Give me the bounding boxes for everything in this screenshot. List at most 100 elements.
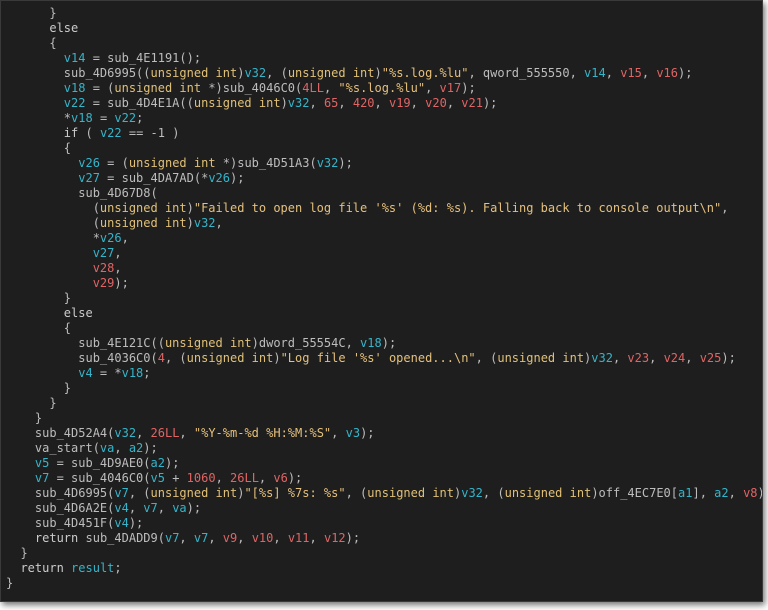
code-token: unsigned int xyxy=(367,486,454,500)
code-token: unsigned int xyxy=(193,96,281,110)
code-line[interactable]: *v18 = v22; xyxy=(6,111,762,126)
code-token: va xyxy=(99,441,115,455)
code-line[interactable]: v5 = sub_4D9AE0(a2); xyxy=(6,456,762,471)
code-token: )off_4EC7E0[ xyxy=(591,486,679,500)
code-token: v9 xyxy=(222,531,238,545)
code-token: sub_4DADD9( xyxy=(78,531,165,545)
code-token: sub_4E121C(( xyxy=(6,336,165,350)
code-line[interactable]: { xyxy=(6,36,762,51)
code-token: } xyxy=(6,396,57,410)
code-line[interactable]: sub_4D451F(v4); xyxy=(6,516,762,531)
code-line[interactable]: } xyxy=(6,546,762,561)
code-line[interactable]: sub_4D52A4(v32, 26LL, "%Y-%m-%d %H:%M:%S… xyxy=(6,426,762,441)
code-line[interactable]: } xyxy=(6,381,762,396)
code-line[interactable]: (unsigned int)"Failed to open log file '… xyxy=(6,201,762,216)
code-line[interactable]: *v26, xyxy=(6,231,762,246)
code-token: sub_4036C0( xyxy=(6,351,158,365)
code-token: 65 xyxy=(323,96,339,110)
code-token: , xyxy=(215,216,223,230)
code-token: v28 xyxy=(92,261,115,275)
code-token: v24 xyxy=(663,351,686,365)
code-token: = ( xyxy=(99,156,129,170)
code-line[interactable]: sub_4D67D8( xyxy=(6,186,762,201)
code-token: v16 xyxy=(656,66,679,80)
code-token: = sub_4D9AE0( xyxy=(49,456,151,470)
pseudocode-view[interactable]: } else { v14 = sub_4E1191(); sub_4D6995(… xyxy=(6,6,762,601)
code-line[interactable]: va_start(va, a2); xyxy=(6,441,762,456)
code-line[interactable]: v28, xyxy=(6,261,762,276)
code-token: v4 xyxy=(78,366,93,380)
code-token: ( xyxy=(6,216,100,230)
code-token: *)sub_4D51A3( xyxy=(215,156,317,170)
code-line[interactable]: sub_4D6995((unsigned int)v32, (unsigned … xyxy=(6,66,762,81)
code-token: 420 xyxy=(352,96,375,110)
code-line[interactable]: { xyxy=(6,141,762,156)
code-line[interactable]: sub_4E121C((unsigned int)dword_55554C, v… xyxy=(6,336,762,351)
code-line[interactable]: v29); xyxy=(6,276,762,291)
code-line[interactable]: v22 = sub_4D4E1A((unsigned int)v32, 65, … xyxy=(6,96,762,111)
code-token: ); xyxy=(360,426,375,440)
code-line[interactable]: else xyxy=(6,21,762,36)
code-token: v18 xyxy=(121,366,144,380)
code-line[interactable]: sub_4D6995(v7, (unsigned int)"[%s] %7s: … xyxy=(6,486,762,501)
code-line[interactable]: } xyxy=(6,6,762,21)
code-line[interactable]: return result; xyxy=(6,561,762,576)
code-token: = xyxy=(92,111,115,125)
code-token: , xyxy=(309,96,324,110)
code-line[interactable]: v14 = sub_4E1191(); xyxy=(6,51,762,66)
code-line[interactable]: sub_4036C0(4, (unsigned int)"Log file '%… xyxy=(6,351,762,366)
code-token: ) xyxy=(186,201,194,215)
code-token: ) xyxy=(374,66,382,80)
code-token: a1 xyxy=(678,486,693,500)
code-token: = * xyxy=(92,366,122,380)
code-line[interactable]: (unsigned int)v32, xyxy=(6,216,762,231)
code-token: , ( xyxy=(345,486,368,500)
code-token: = ( xyxy=(85,81,115,95)
code-line[interactable]: return sub_4DADD9(v7, v7, v9, v10, v11, … xyxy=(6,531,762,546)
code-token: , xyxy=(121,231,129,245)
code-token: unsigned int xyxy=(186,351,274,365)
code-line[interactable]: v26 = (unsigned int *)sub_4D51A3(v32); xyxy=(6,156,762,171)
code-line[interactable]: } xyxy=(6,411,762,426)
code-token: { xyxy=(6,36,57,50)
code-token: v32 xyxy=(461,486,483,500)
code-line[interactable]: v4 = *v18; xyxy=(6,366,762,381)
code-token: v6 xyxy=(273,471,288,485)
code-line[interactable]: else xyxy=(6,306,762,321)
code-line[interactable]: sub_4D6A2E(v4, v7, va); xyxy=(6,501,762,516)
code-token: else xyxy=(6,306,93,320)
code-token: unsigned int xyxy=(497,351,585,365)
code-token: = sub_4D4E1A(( xyxy=(85,96,194,110)
code-token: ); xyxy=(128,516,144,530)
code-token: "Failed to open log file '%s' (%d: %s). … xyxy=(193,201,722,215)
code-token: ); xyxy=(758,486,762,500)
code-token: v26 xyxy=(99,231,122,245)
code-line[interactable]: v27, xyxy=(6,246,762,261)
code-token: , xyxy=(641,66,657,80)
code-token: ); xyxy=(381,336,397,350)
code-line[interactable]: } xyxy=(6,396,762,411)
code-line[interactable]: v27 = sub_4DA7AD(*v26); xyxy=(6,171,762,186)
code-line[interactable]: v18 = (unsigned int *)sub_4046C0(4LL, "%… xyxy=(6,81,762,96)
code-line[interactable]: } xyxy=(6,291,762,306)
code-token: v21 xyxy=(461,96,483,110)
code-token: unsigned int xyxy=(287,66,375,80)
code-token: return xyxy=(34,531,79,545)
code-token: v18 xyxy=(71,111,93,125)
code-line[interactable]: { xyxy=(6,321,762,336)
code-token: sub_4D52A4( xyxy=(6,426,115,440)
code-token: ); xyxy=(230,171,245,185)
code-line[interactable]: if ( v22 == -1 ) xyxy=(6,126,762,141)
code-token: "[%s] %7s: %s" xyxy=(244,486,346,500)
code-token: 26LL xyxy=(230,471,259,485)
code-token: v19 xyxy=(388,96,411,110)
code-line[interactable]: } xyxy=(6,576,762,591)
code-token: v22 xyxy=(63,96,86,110)
code-token: unsigned int xyxy=(99,216,187,230)
code-token: v22 xyxy=(114,111,137,125)
code-line[interactable]: v7 = sub_4046C0(v5 + 1060, 26LL, v6); xyxy=(6,471,762,486)
